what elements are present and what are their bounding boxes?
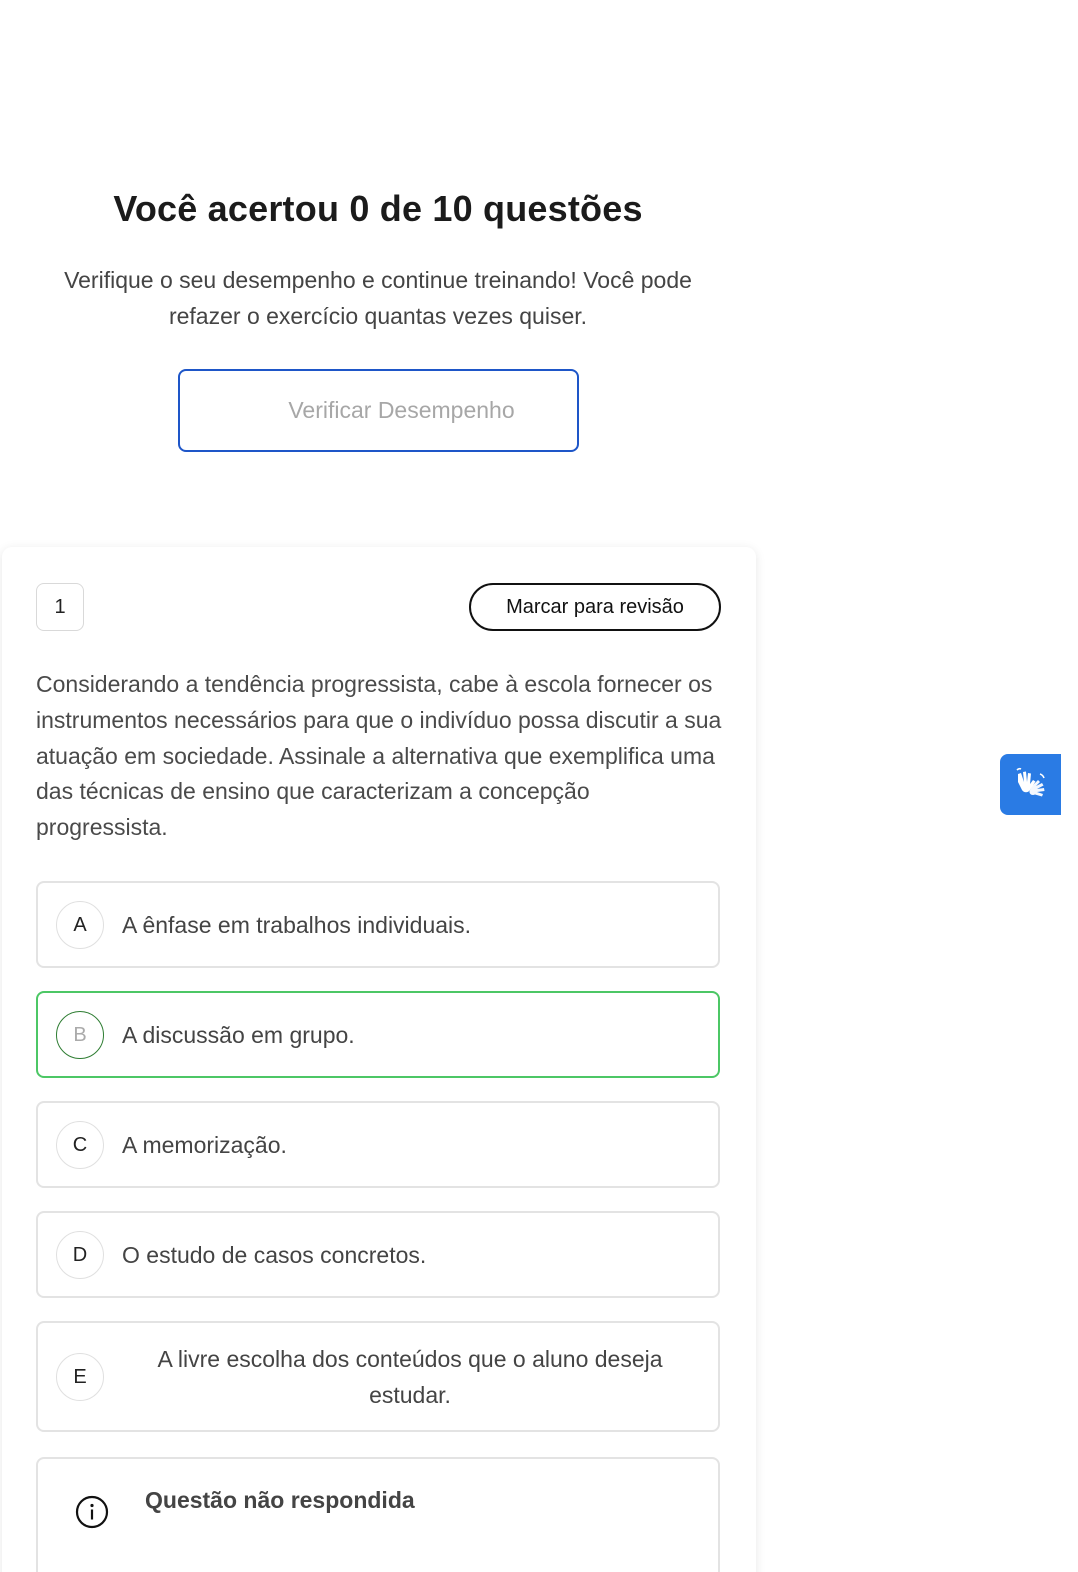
verify-performance-button[interactable]: Verificar Desempenho — [178, 369, 579, 452]
option-text: A memorização. — [122, 1132, 287, 1158]
option-b[interactable]: B A discussão em grupo. — [36, 991, 720, 1078]
option-a[interactable]: A A ênfase em trabalhos individuais. — [36, 881, 720, 968]
question-text: Considerando a tendência progressista, c… — [36, 671, 722, 841]
option-text: A ênfase em trabalhos individuais. — [122, 912, 472, 938]
option-text: A discussão em grupo. — [122, 1022, 355, 1048]
info-icon — [75, 1495, 109, 1529]
option-text: O estudo de casos concretos. — [122, 1242, 427, 1268]
option-letter: C — [56, 1121, 104, 1169]
option-c[interactable]: C A memorização. — [36, 1101, 720, 1188]
result-title: Você acertou 0 de 10 questões — [113, 188, 643, 229]
feedback-title: Questão não respondida — [145, 1487, 415, 1513]
question-number: 1 — [36, 583, 84, 631]
sign-language-button[interactable] — [1000, 754, 1061, 815]
option-letter: B — [56, 1011, 104, 1059]
option-text: A livre escolha dos conteúdos que o alun… — [157, 1346, 663, 1408]
option-letter: E — [56, 1353, 104, 1401]
option-letter: D — [56, 1231, 104, 1279]
option-e[interactable]: E A livre escolha dos conteúdos que o al… — [36, 1321, 720, 1432]
sign-language-hands-icon — [1015, 767, 1045, 796]
answer-feedback: Questão não respondida — [36, 1457, 720, 1572]
page: Você acertou 0 de 10 questões Verifique … — [0, 0, 1078, 1572]
option-d[interactable]: D O estudo de casos concretos. — [36, 1211, 720, 1298]
option-letter: A — [56, 901, 104, 949]
result-subtitle: Verifique o seu desempenho e continue tr… — [64, 267, 692, 329]
mark-for-review-button[interactable]: Marcar para revisão — [469, 583, 721, 631]
question-card: 1 Marcar para revisão Considerando a ten… — [2, 547, 756, 1572]
